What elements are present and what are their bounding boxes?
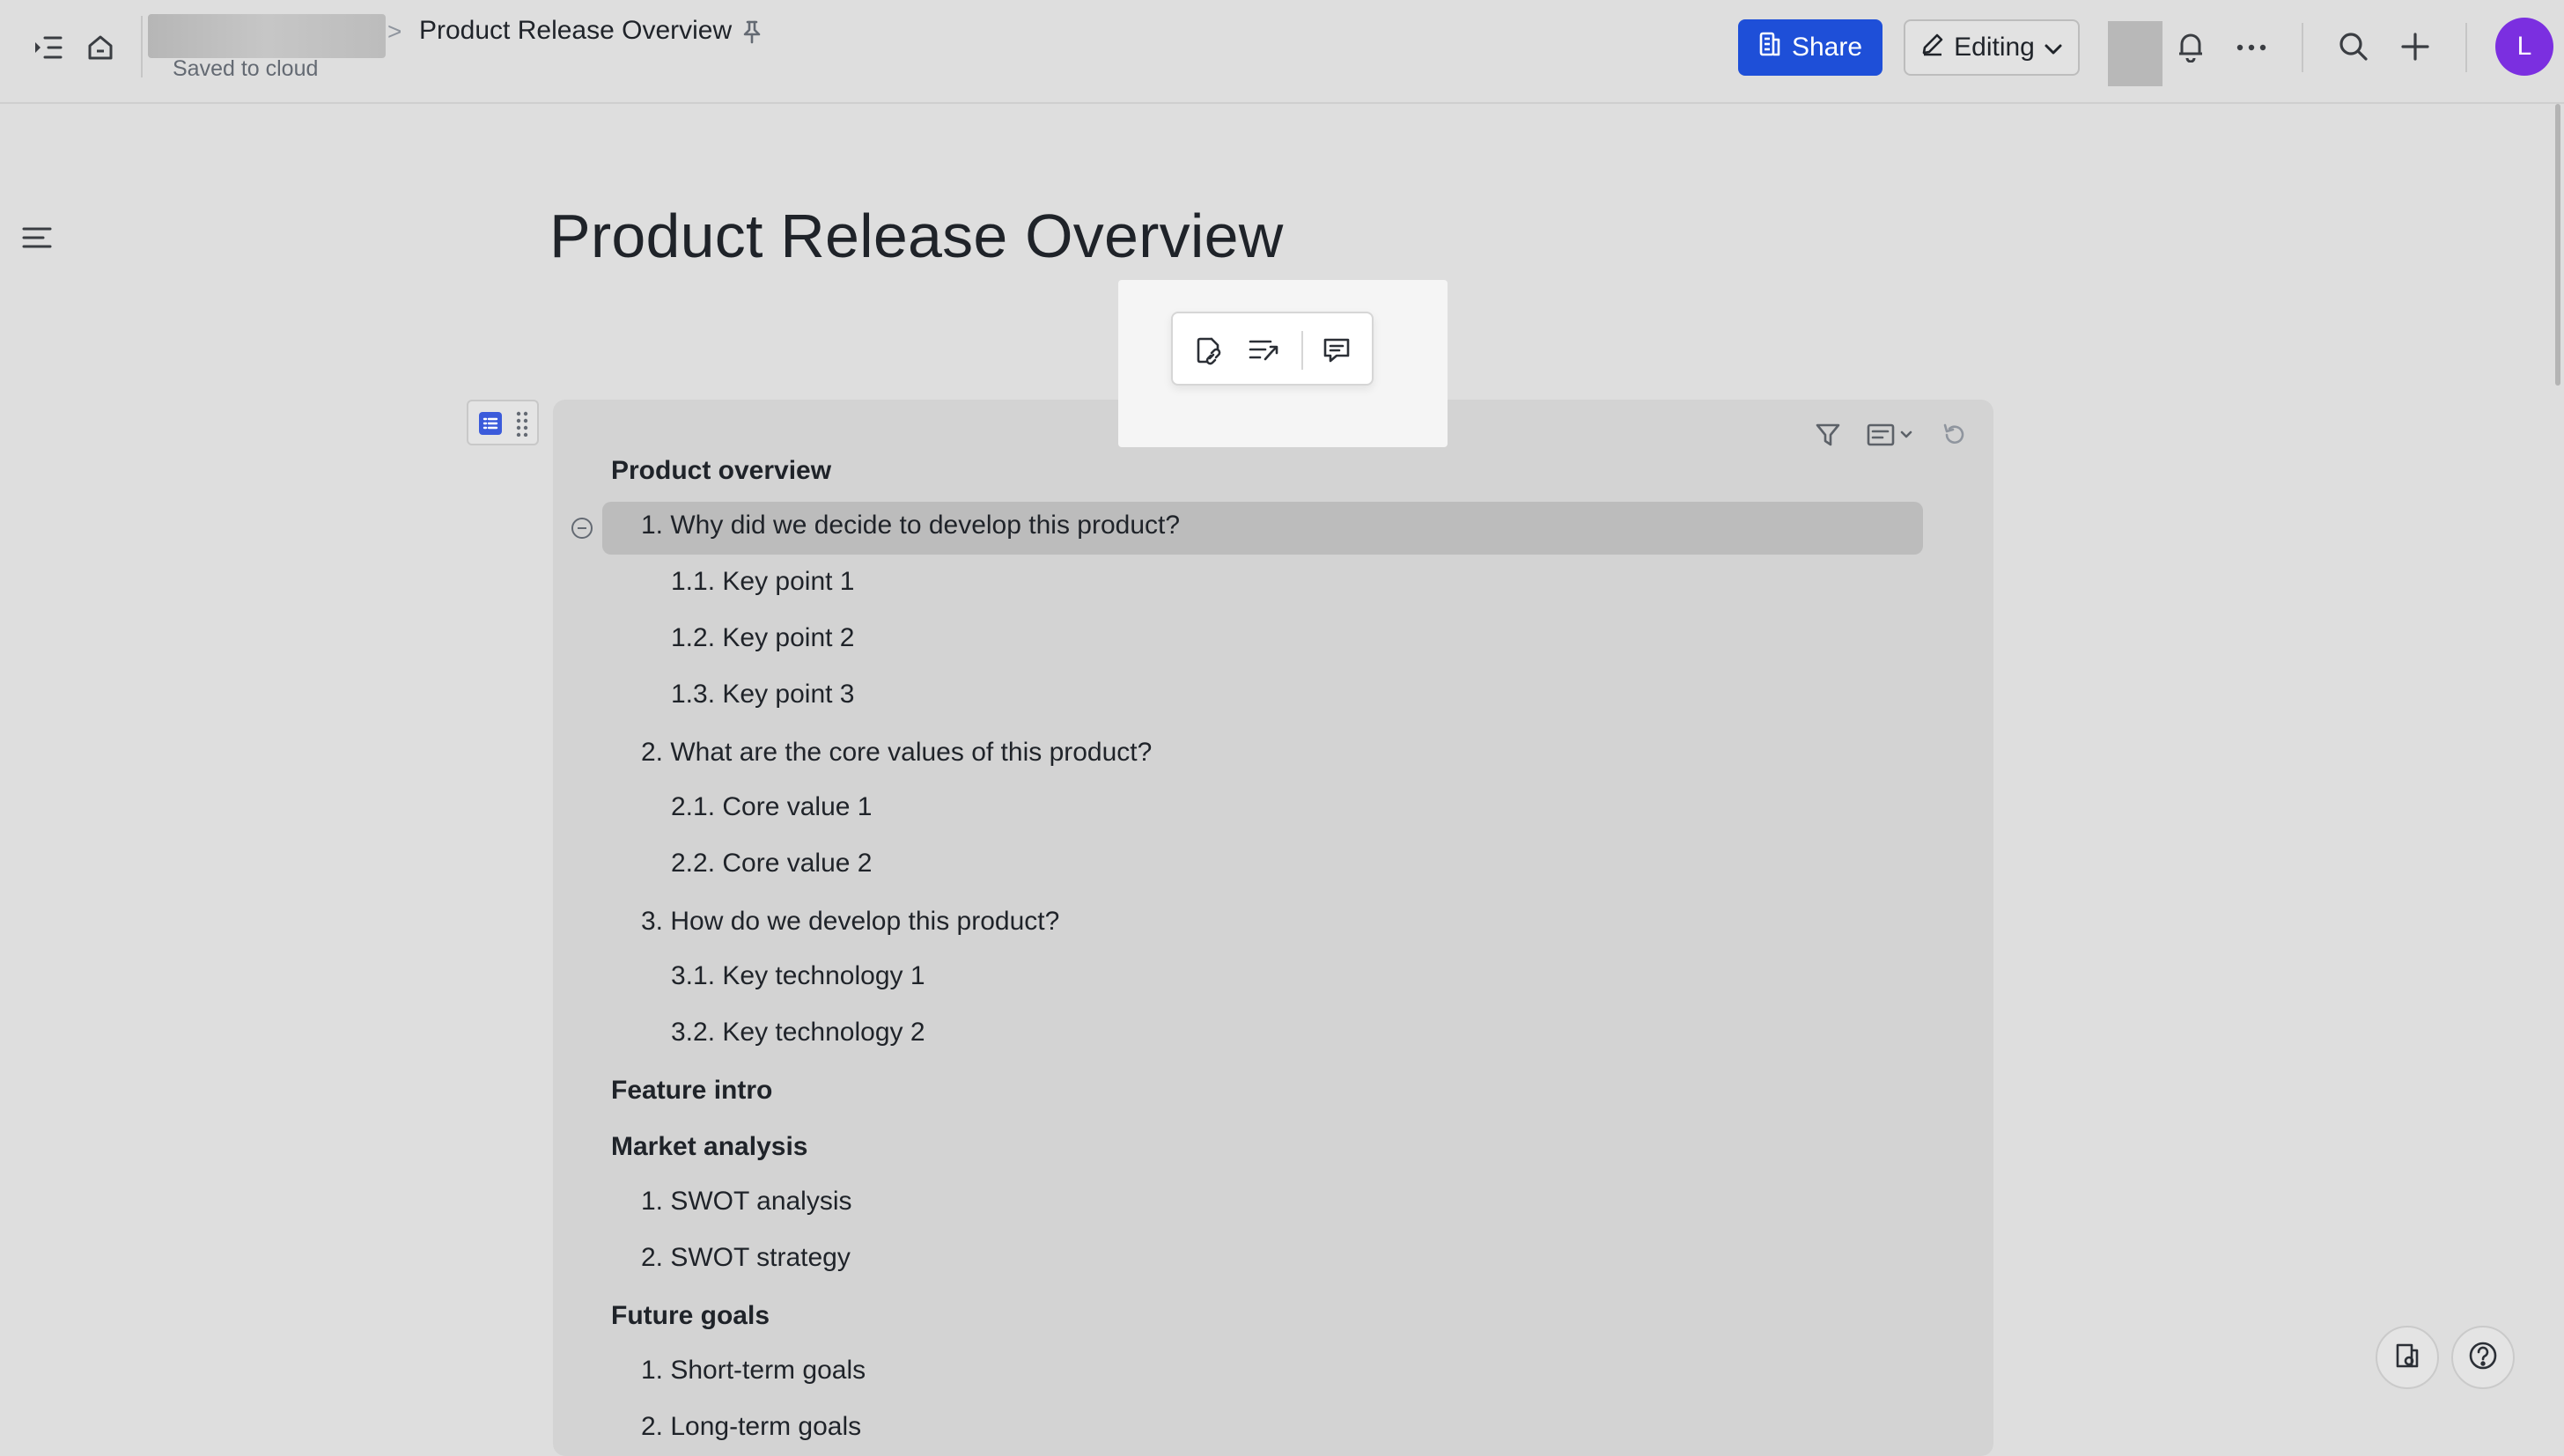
user-avatar[interactable]: L — [2495, 18, 2553, 76]
top-bar: > Product Release Overview Saved to clou… — [0, 0, 2564, 104]
drag-handle-icon[interactable] — [516, 410, 528, 441]
collaborator-avatar[interactable] — [2108, 21, 2162, 86]
toc-item[interactable]: 1. SWOT analysis — [641, 1187, 852, 1217]
sidebar-expand-icon[interactable] — [30, 30, 65, 65]
outline-icon[interactable] — [21, 224, 53, 252]
more-icon[interactable] — [2233, 30, 2270, 65]
saved-status: Saved to cloud — [173, 56, 319, 81]
toc-item[interactable]: 2. SWOT strategy — [641, 1243, 851, 1273]
home-icon[interactable] — [83, 30, 118, 65]
toc-item[interactable]: Feature intro — [611, 1076, 772, 1106]
toc-item[interactable]: 1. Why did we decide to develop this pro… — [641, 511, 1180, 540]
pin-icon[interactable] — [738, 18, 766, 46]
toc-item[interactable]: 2. What are the core values of this prod… — [641, 738, 1152, 768]
bell-icon[interactable] — [2173, 28, 2208, 65]
popup-divider — [1301, 331, 1303, 370]
scrollbar[interactable] — [2552, 104, 2564, 1438]
topbar-divider — [141, 16, 143, 77]
toc-item[interactable]: Market analysis — [611, 1132, 807, 1162]
refresh-icon[interactable] — [1939, 419, 1971, 451]
toc-item[interactable]: 3.1. Key technology 1 — [671, 961, 925, 991]
toc-item[interactable]: 1.2. Key point 2 — [671, 623, 854, 653]
topbar-divider — [2302, 23, 2303, 72]
toc-item[interactable]: 1.1. Key point 1 — [671, 567, 854, 597]
help-icon — [2468, 1341, 2498, 1375]
toc-item[interactable]: Future goals — [611, 1301, 770, 1331]
help-button[interactable] — [2451, 1326, 2515, 1389]
block-handle[interactable] — [467, 400, 539, 445]
editing-mode-dropdown[interactable]: Editing — [1904, 19, 2080, 76]
search-icon[interactable] — [2335, 28, 2372, 65]
chevron-down-icon — [2044, 33, 2063, 63]
editing-label: Editing — [1954, 33, 2035, 62]
collapse-icon[interactable] — [571, 517, 593, 544]
breadcrumb-doc-title[interactable]: Product Release Overview — [419, 16, 732, 46]
toc-block-icon — [479, 412, 502, 435]
pencil-icon — [1920, 32, 1945, 63]
scrollbar-thumb[interactable] — [2555, 104, 2560, 386]
comment-icon[interactable] — [1317, 331, 1356, 370]
convert-text-icon[interactable] — [1245, 331, 1284, 370]
page-title[interactable]: Product Release Overview — [549, 201, 1284, 271]
share-doc-icon — [1758, 31, 1781, 64]
toc-item[interactable]: 2. Long-term goals — [641, 1412, 861, 1442]
toc-item[interactable]: 1. Short-term goals — [641, 1356, 866, 1386]
share-button[interactable]: Share — [1738, 19, 1882, 76]
toc-item[interactable]: 2.1. Core value 1 — [671, 792, 872, 822]
breadcrumb-parent[interactable] — [148, 14, 386, 58]
block-action-popup — [1171, 312, 1374, 386]
breadcrumb-separator: > — [387, 18, 402, 45]
plus-icon[interactable] — [2397, 28, 2434, 65]
share-label: Share — [1791, 33, 1863, 62]
toc-style-icon[interactable] — [1865, 419, 1919, 451]
doc-info-button[interactable] — [2376, 1326, 2439, 1389]
toc-item[interactable]: 3. How do we develop this product? — [641, 907, 1059, 937]
doc-info-icon — [2393, 1342, 2421, 1374]
user-initial: L — [2516, 32, 2532, 61]
toc-item[interactable]: 1.3. Key point 3 — [671, 680, 854, 710]
toc-item[interactable]: 3.2. Key technology 2 — [671, 1018, 925, 1048]
toc-item[interactable]: 2.2. Core value 2 — [671, 849, 872, 879]
filter-icon[interactable] — [1812, 419, 1844, 451]
topbar-divider — [2465, 23, 2467, 72]
toc-item[interactable]: Product overview — [611, 456, 831, 486]
copy-link-icon[interactable] — [1190, 331, 1229, 370]
